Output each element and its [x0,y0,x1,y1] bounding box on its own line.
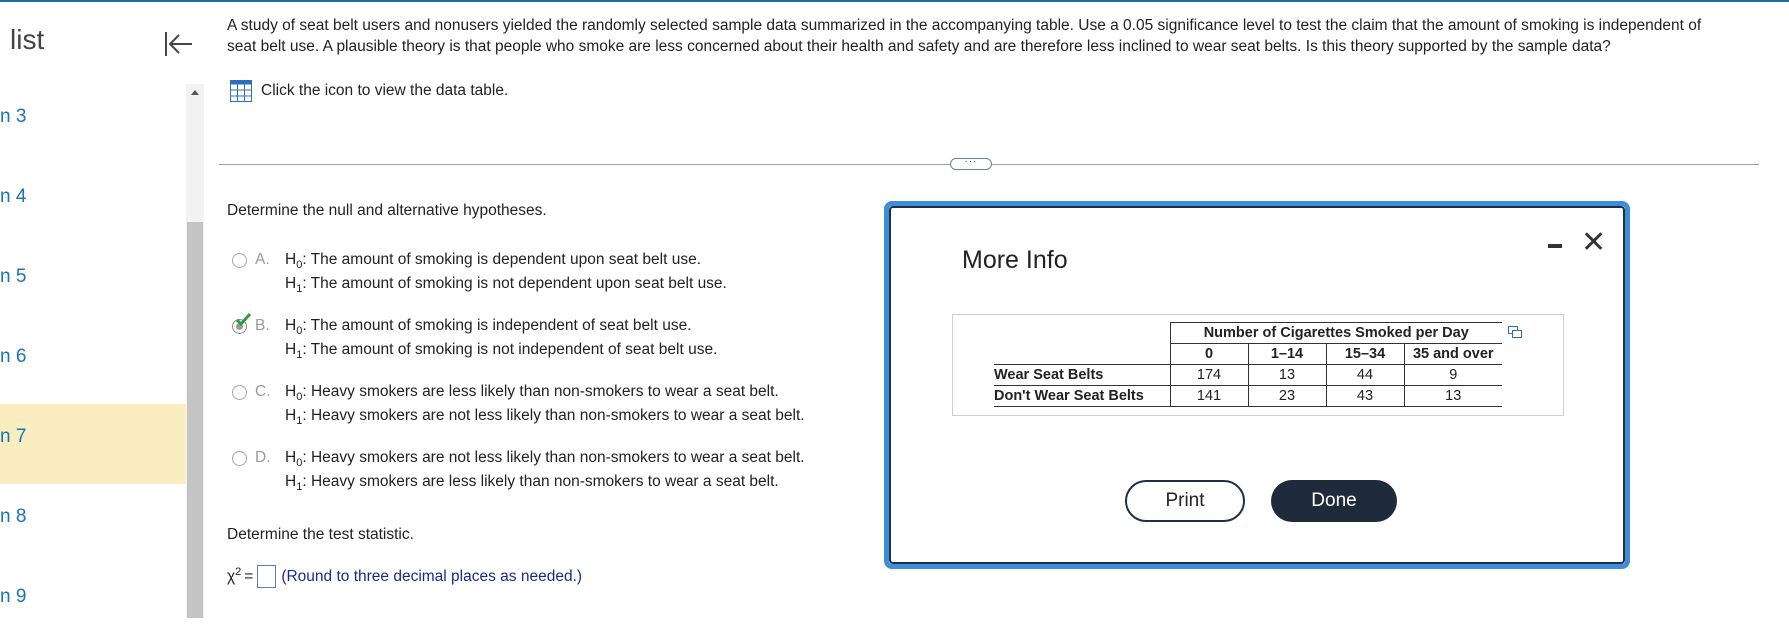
question-item-label: n 3 [0,106,27,127]
question-item-9[interactable]: n 9 [0,564,186,644]
hypotheses-prompt: Determine the null and alternative hypot… [227,202,547,219]
option-a-h0: H0: The amount of smoking is dependent u… [285,251,702,271]
question-item-5[interactable]: n 5 [0,244,186,324]
question-item-3[interactable]: n 3 [0,84,186,164]
question-item-4[interactable]: n 4 [0,164,186,244]
rounding-hint: (Round to three decimal places as needed… [281,567,583,585]
option-d-radio[interactable] [232,451,247,466]
question-item-6[interactable]: n 6 [0,324,186,404]
option-b-h0: H0: The amount of smoking is independent… [285,317,692,337]
table-cell: 44 [1325,364,1404,386]
question-item-8[interactable]: n 8 [0,484,186,564]
column-header: 35 and over [1403,343,1502,365]
done-button[interactable]: Done [1271,480,1397,522]
table-cell: 9 [1403,364,1502,386]
question-item-7[interactable]: n 7 [0,404,186,484]
expand-question-button[interactable]: ··· [950,157,992,170]
option-a-h1: H1: The amount of smoking is not depende… [285,275,727,295]
option-b-h1: H1: The amount of smoking is not indepen… [285,341,718,361]
question-text: A study of seat belt users and nonusers … [227,17,1702,55]
data-table: Number of Cigarettes Smoked per Day 0 1–… [994,322,1502,407]
table-cell: 23 [1247,385,1326,407]
question-item-label: n 6 [0,346,27,367]
row-label: Don't Wear Seat Belts [994,385,1170,407]
option-c-h1: H1: Heavy smokers are not less likely th… [285,407,805,427]
collapse-panel-button[interactable] [160,26,196,62]
table-cell: 13 [1247,364,1326,386]
table-cell: 174 [1169,364,1248,386]
option-d-h0: H0: Heavy smokers are not less likely th… [285,449,805,469]
print-button[interactable]: Print [1125,480,1245,522]
question-list-panel: list n 3 n 4 n 5 n 6 n 7 n 8 n 9 [0,2,192,618]
table-row: Wear Seat Belts 174 13 44 9 [994,364,1502,386]
close-icon[interactable]: ✕ [1581,228,1606,258]
scrollbar-thumb[interactable] [187,222,203,618]
equals-sign: = [244,567,254,585]
question-item-label: n 4 [0,186,27,207]
option-letter: B. [255,317,270,334]
option-letter: A. [255,251,270,268]
dialog-title: More Info [962,246,1068,274]
option-a-radio[interactable] [232,253,247,268]
view-data-table-label: Click the icon to view the data table. [261,82,509,99]
question-item-label: n 8 [0,506,27,527]
question-item-label: n 5 [0,266,27,287]
data-table-icon [230,80,252,102]
copy-table-icon[interactable] [1508,326,1522,338]
question-item-label: n 9 [0,586,27,607]
column-header: 15–34 [1325,343,1404,365]
column-header: 0 [1169,343,1248,365]
view-data-table-link[interactable]: Click the icon to view the data table. [230,80,508,102]
row-label: Wear Seat Belts [994,364,1170,386]
question-item-label: n 7 [0,426,27,447]
scrollbar[interactable] [186,84,204,618]
table-group-header: Number of Cigarettes Smoked per Day [1169,322,1502,344]
chi-square-symbol: χ2 [227,565,242,585]
test-statistic-row: χ2 = (Round to three decimal places as n… [227,565,582,588]
question-list-title: list [10,24,45,55]
option-letter: C. [255,383,271,400]
test-statistic-prompt: Determine the test statistic. [227,526,414,543]
more-info-dialog: More Info ✕ Number of Cigarettes Smoked … [884,201,1630,569]
table-cell: 141 [1169,385,1248,407]
collapse-left-icon [165,32,192,56]
option-d-h1: H1: Heavy smokers are less likely than n… [285,473,779,493]
test-statistic-input[interactable] [257,565,277,588]
data-table-frame: Number of Cigarettes Smoked per Day 0 1–… [952,314,1564,416]
option-letter: D. [255,449,271,466]
table-cell: 13 [1403,385,1502,407]
scroll-up-arrow-icon[interactable] [186,84,204,102]
table-cell: 43 [1325,385,1404,407]
option-c-h0: H0: Heavy smokers are less likely than n… [285,383,779,403]
column-header: 1–14 [1247,343,1326,365]
option-c-radio[interactable] [232,385,247,400]
minimize-icon[interactable] [1544,233,1566,255]
correct-check-icon [236,313,251,326]
table-row: Don't Wear Seat Belts 141 23 43 13 [994,385,1502,407]
